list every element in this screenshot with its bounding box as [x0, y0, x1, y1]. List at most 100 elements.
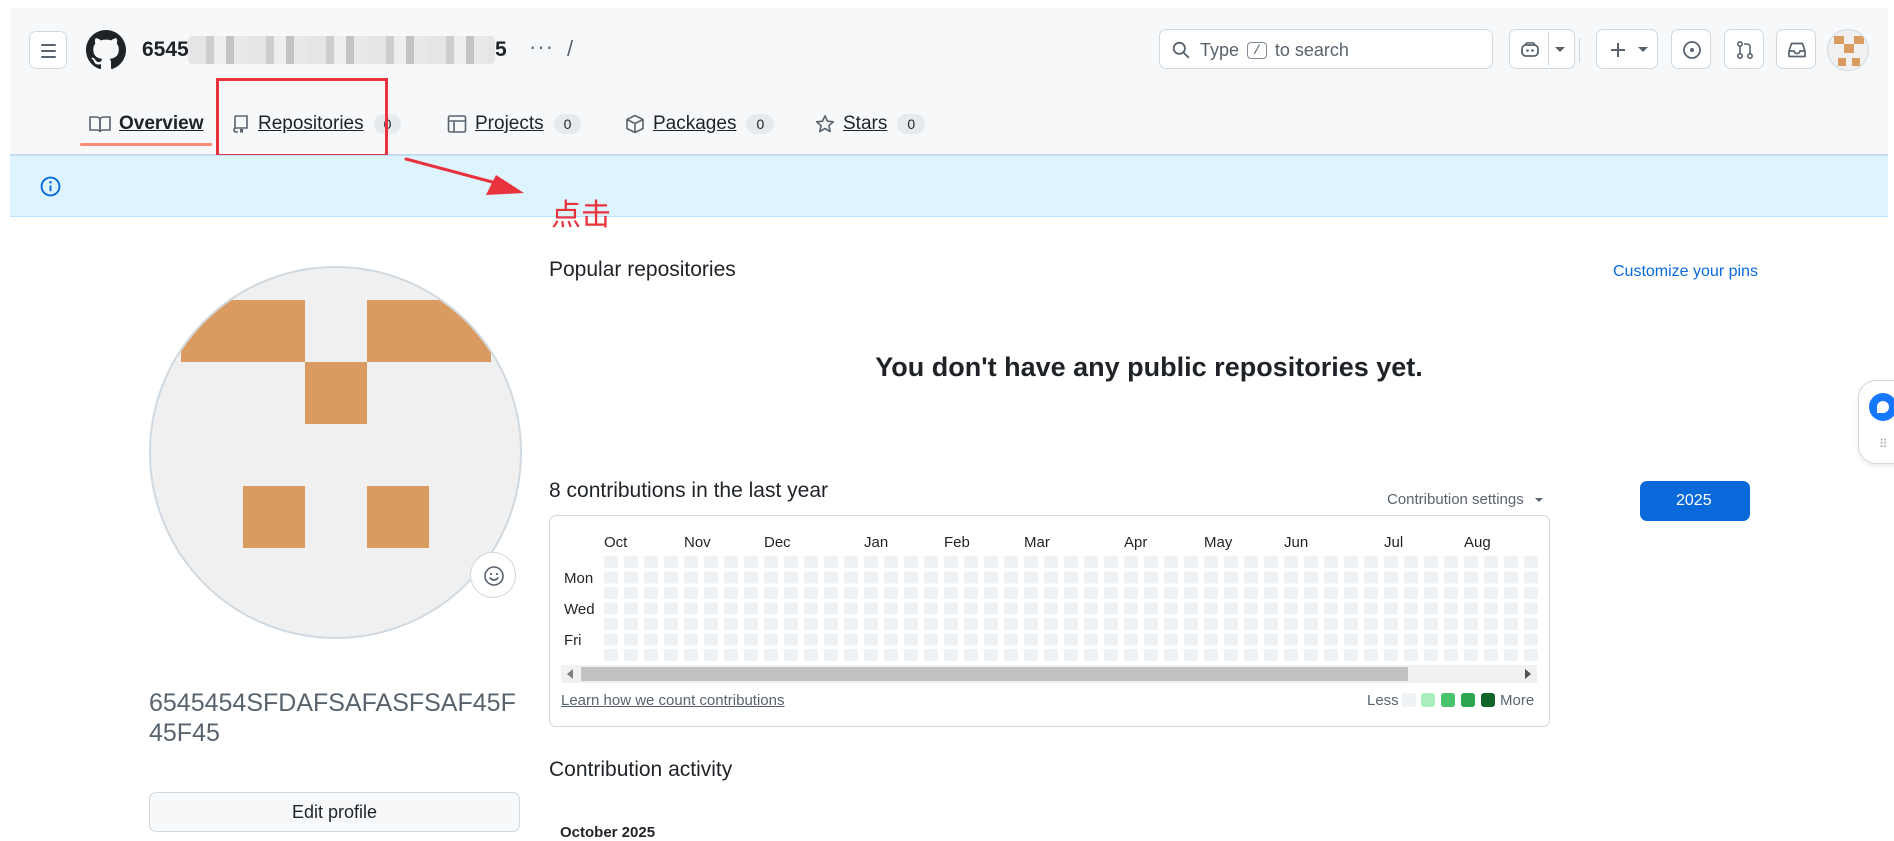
contribution-cell[interactable]: [984, 602, 998, 615]
tab-projects[interactable]: Projects 0: [447, 104, 582, 144]
issues-button[interactable]: [1671, 29, 1711, 69]
contribution-cell[interactable]: [624, 602, 638, 615]
contribution-cell[interactable]: [1344, 618, 1358, 630]
contribution-cell[interactable]: [604, 556, 618, 568]
contribution-cell[interactable]: [1204, 556, 1218, 568]
contribution-cell[interactable]: [1524, 587, 1538, 599]
set-status-button[interactable]: [470, 552, 516, 598]
contribution-cell[interactable]: [1064, 556, 1078, 568]
contribution-cell[interactable]: [1404, 633, 1418, 646]
contribution-cell[interactable]: [1284, 587, 1298, 599]
owner-name-prefix[interactable]: 6545: [142, 38, 189, 62]
contribution-cell[interactable]: [824, 571, 838, 584]
contribution-cell[interactable]: [784, 618, 798, 630]
contribution-cell[interactable]: [664, 556, 678, 568]
contribution-cell[interactable]: [1124, 649, 1138, 661]
contribution-cell[interactable]: [664, 602, 678, 615]
contribution-cell[interactable]: [1524, 556, 1538, 568]
contribution-cell[interactable]: [824, 587, 838, 599]
contribution-cell[interactable]: [804, 587, 818, 599]
contribution-cell[interactable]: [864, 633, 878, 646]
contribution-cell[interactable]: [904, 571, 918, 584]
scroll-left-icon[interactable]: [567, 669, 573, 679]
contribution-cell[interactable]: [724, 633, 738, 646]
contribution-cell[interactable]: [1024, 649, 1038, 661]
contribution-cell[interactable]: [1264, 633, 1278, 646]
contribution-cell[interactable]: [1464, 571, 1478, 584]
year-2025-button[interactable]: 2025: [1640, 481, 1750, 521]
contribution-cell[interactable]: [1304, 633, 1318, 646]
contribution-cell[interactable]: [1524, 649, 1538, 661]
contribution-cell[interactable]: [1244, 618, 1258, 630]
more-breadcrumb-button[interactable]: ···: [529, 34, 554, 60]
contribution-cell[interactable]: [1524, 618, 1538, 630]
contribution-cell[interactable]: [1484, 633, 1498, 646]
contribution-cell[interactable]: [1524, 571, 1538, 584]
contribution-cell[interactable]: [884, 602, 898, 615]
contribution-cell[interactable]: [684, 618, 698, 630]
contribution-cell[interactable]: [604, 587, 618, 599]
contribution-cell[interactable]: [924, 649, 938, 661]
contribution-cell[interactable]: [1284, 602, 1298, 615]
contribution-cell[interactable]: [984, 633, 998, 646]
contribution-cell[interactable]: [1004, 633, 1018, 646]
contribution-cell[interactable]: [1084, 571, 1098, 584]
contribution-cell[interactable]: [964, 649, 978, 661]
contribution-cell[interactable]: [884, 556, 898, 568]
contribution-cell[interactable]: [1344, 556, 1358, 568]
contribution-cell[interactable]: [824, 649, 838, 661]
contribution-cell[interactable]: [1304, 571, 1318, 584]
inbox-button[interactable]: [1776, 29, 1816, 69]
contribution-cell[interactable]: [664, 587, 678, 599]
contribution-cell[interactable]: [1324, 618, 1338, 630]
contribution-cell[interactable]: [1364, 571, 1378, 584]
contribution-cell[interactable]: [1244, 633, 1258, 646]
contribution-cell[interactable]: [904, 649, 918, 661]
contribution-cell[interactable]: [1004, 556, 1018, 568]
contribution-cell[interactable]: [1144, 556, 1158, 568]
contribution-cell[interactable]: [1424, 587, 1438, 599]
contribution-cell[interactable]: [884, 587, 898, 599]
contribution-cell[interactable]: [1124, 556, 1138, 568]
contribution-cell[interactable]: [1404, 602, 1418, 615]
contribution-cell[interactable]: [1484, 618, 1498, 630]
contribution-cell[interactable]: [1044, 633, 1058, 646]
contribution-cell[interactable]: [864, 556, 878, 568]
contribution-cell[interactable]: [1164, 587, 1178, 599]
contribution-cell[interactable]: [1024, 602, 1038, 615]
contribution-cell[interactable]: [1204, 649, 1218, 661]
contribution-cell[interactable]: [1504, 633, 1518, 646]
contribution-cell[interactable]: [964, 571, 978, 584]
contribution-settings-dropdown[interactable]: Contribution settings: [1387, 491, 1544, 508]
contribution-cell[interactable]: [804, 602, 818, 615]
contribution-cell[interactable]: [824, 602, 838, 615]
contribution-cell[interactable]: [1264, 602, 1278, 615]
contribution-cell[interactable]: [724, 602, 738, 615]
contribution-cell[interactable]: [1324, 649, 1338, 661]
customize-pins-link[interactable]: Customize your pins: [1613, 263, 1758, 281]
contribution-cell[interactable]: [1484, 649, 1498, 661]
contribution-cell[interactable]: [984, 556, 998, 568]
contribution-cell[interactable]: [764, 618, 778, 630]
contribution-cell[interactable]: [1504, 587, 1518, 599]
contribution-cell[interactable]: [784, 556, 798, 568]
contribution-cell[interactable]: [764, 602, 778, 615]
contribution-cell[interactable]: [644, 602, 658, 615]
contribution-cell[interactable]: [1444, 618, 1458, 630]
tab-stars[interactable]: Stars 0: [815, 104, 926, 144]
contribution-cell[interactable]: [1244, 602, 1258, 615]
contribution-cell[interactable]: [824, 633, 838, 646]
contribution-cell[interactable]: [1184, 556, 1198, 568]
contribution-cell[interactable]: [1304, 587, 1318, 599]
contribution-cell[interactable]: [1384, 556, 1398, 568]
edit-profile-button[interactable]: Edit profile: [149, 792, 520, 832]
owner-name-suffix[interactable]: 5: [495, 38, 507, 62]
contribution-cell[interactable]: [1344, 571, 1358, 584]
contribution-cell[interactable]: [1164, 556, 1178, 568]
contribution-cell[interactable]: [704, 649, 718, 661]
contribution-cell[interactable]: [1144, 633, 1158, 646]
contribution-cell[interactable]: [1204, 633, 1218, 646]
contribution-cell[interactable]: [1084, 602, 1098, 615]
contribution-cell[interactable]: [764, 556, 778, 568]
contribution-cell[interactable]: [744, 556, 758, 568]
